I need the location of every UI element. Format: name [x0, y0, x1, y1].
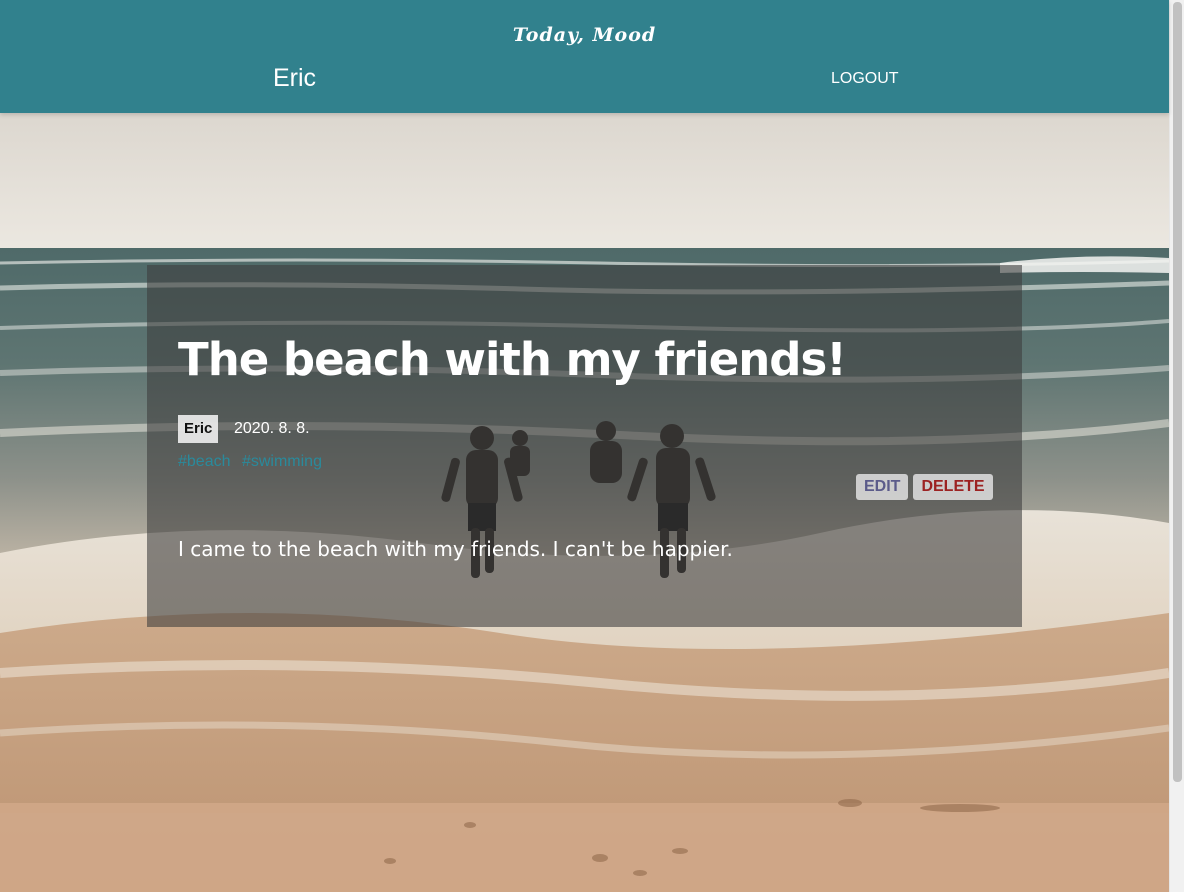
- post-tags: #beach #swimming: [178, 453, 329, 471]
- post-author-badge[interactable]: Eric: [178, 415, 219, 443]
- tag-swimming[interactable]: #swimming: [242, 453, 322, 470]
- page: Today, Mood Eric LOGOUT The beach with m…: [0, 0, 1184, 892]
- current-username: Eric: [273, 64, 317, 92]
- post-actions: EDIT DELETE: [856, 474, 993, 500]
- app-header: Today, Mood Eric LOGOUT: [0, 0, 1169, 113]
- tag-beach[interactable]: #beach: [178, 453, 231, 470]
- scrollbar-thumb[interactable]: [1173, 2, 1182, 782]
- page-scrollbar[interactable]: [1169, 0, 1184, 892]
- post-date: 2020. 8. 8.: [234, 420, 310, 437]
- delete-button[interactable]: DELETE: [913, 474, 993, 500]
- post-title: The beach with my friends!: [178, 333, 847, 386]
- app-logo[interactable]: Today, Mood: [0, 24, 1169, 46]
- edit-button[interactable]: EDIT: [856, 474, 909, 500]
- post-card: The beach with my friends! Eric 2020. 8.…: [147, 265, 1022, 627]
- post-body: I came to the beach with my friends. I c…: [178, 537, 733, 561]
- logout-button[interactable]: LOGOUT: [831, 70, 899, 88]
